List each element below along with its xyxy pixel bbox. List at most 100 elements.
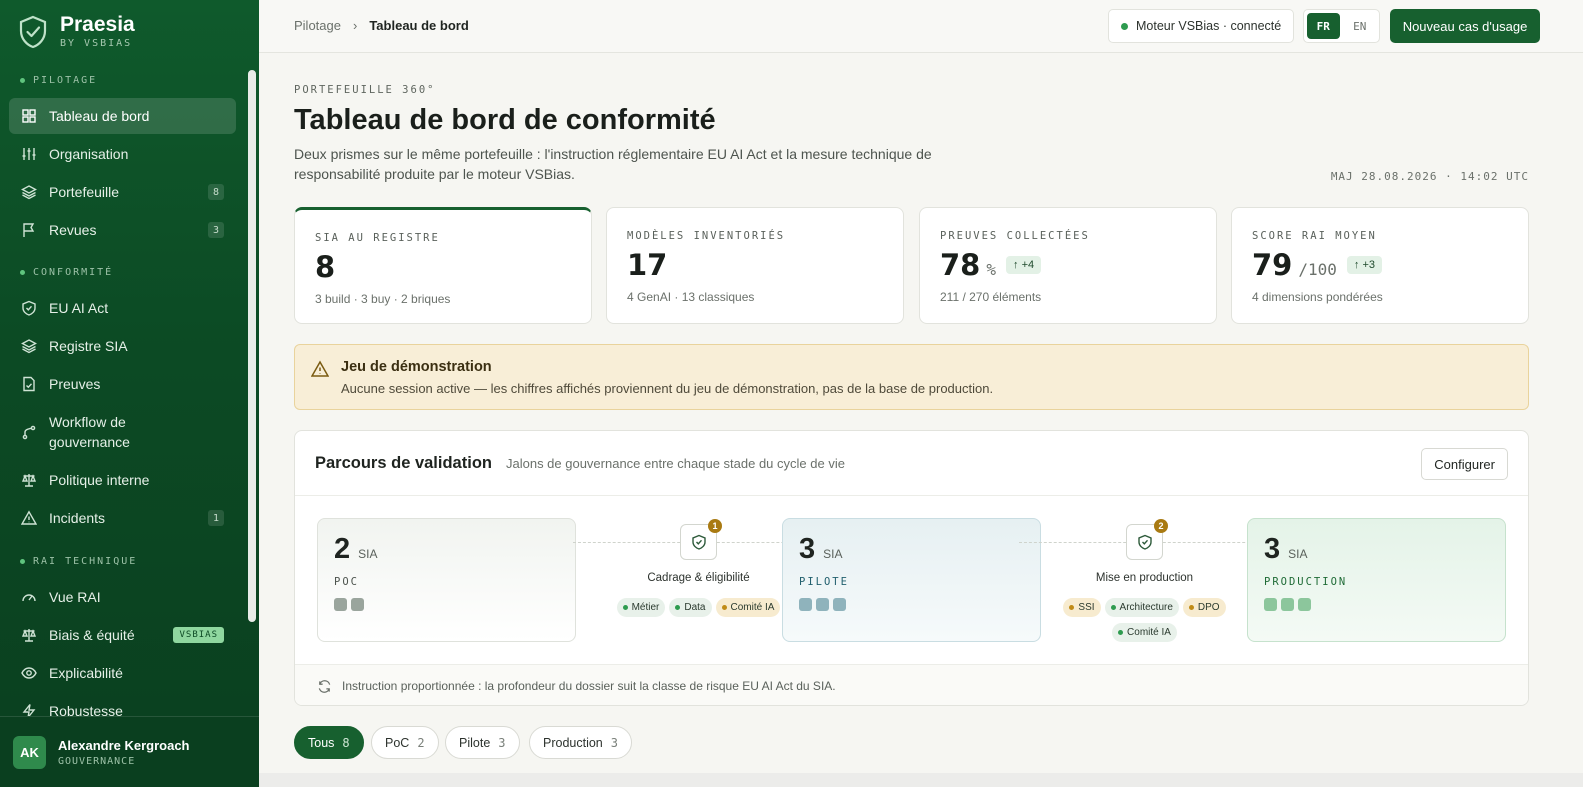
kpi-sub: 4 dimensions pondérées xyxy=(1252,290,1383,304)
configure-button[interactable]: Configurer xyxy=(1421,448,1508,480)
shield-logo-icon xyxy=(19,15,47,48)
sidebar-item-biais-equite[interactable]: Biais & équité VSBIAS xyxy=(9,617,236,653)
sidebar-item-portefeuille[interactable]: Portefeuille 8 xyxy=(9,174,236,210)
stage-card-production[interactable]: 3 SIA PRODUCTION xyxy=(1247,518,1506,642)
panel-footer: Instruction proportionnée : la profondeu… xyxy=(295,664,1528,705)
engine-status[interactable]: Moteur VSBias · connecté xyxy=(1108,9,1295,43)
approver-chip: Data xyxy=(669,598,712,617)
scale-icon xyxy=(21,474,37,487)
page-description: Deux prismes sur le même portefeuille : … xyxy=(294,146,932,182)
lang-en-button[interactable]: EN xyxy=(1344,13,1377,39)
panel-title: Parcours de validation xyxy=(315,453,492,472)
stage-code: PRODUCTION xyxy=(1264,576,1348,588)
eye-icon xyxy=(21,667,37,679)
filter-production[interactable]: Production 3 xyxy=(529,726,632,759)
stage-card-pilote[interactable]: 3 SIA PILOTE xyxy=(782,518,1041,642)
kpi-card-score-rai[interactable]: SCORE RAI MOYEN 79 /100 ↑ +3 4 dimension… xyxy=(1231,207,1529,324)
gate-mise-en-production: 2 Mise en production SSI Architecture DP… xyxy=(1019,518,1270,642)
sidebar-item-eu-ai-act[interactable]: EU AI Act xyxy=(9,290,236,326)
kpi-card-sia[interactable]: SIA AU REGISTRE 8 3 build · 3 buy · 2 br… xyxy=(294,207,592,324)
sidebar-item-label: Portefeuille xyxy=(49,184,120,200)
approver-chip: Métier xyxy=(616,598,666,617)
approver-chip: Architecture xyxy=(1104,598,1179,617)
validation-panel: Parcours de validation Jalons de gouvern… xyxy=(294,430,1529,706)
kpi-sub: 211 / 270 éléments xyxy=(940,290,1042,304)
user-name: Alexandre Kergroach xyxy=(58,737,190,753)
sidebar-item-politique-interne[interactable]: Politique interne xyxy=(9,462,236,498)
sidebar-item-tableau-de-bord[interactable]: Tableau de bord xyxy=(9,98,236,134)
kpi-label: SCORE RAI MOYEN xyxy=(1252,230,1377,242)
chevron-right-icon: › xyxy=(352,18,358,33)
sidebar-item-label: Organisation xyxy=(49,146,129,162)
filter-pilote[interactable]: Pilote 3 xyxy=(445,726,520,759)
scale-icon xyxy=(21,629,37,642)
kpi-value: 17 xyxy=(627,248,668,282)
filter-poc[interactable]: PoC 2 xyxy=(371,726,439,759)
count-badge: 1 xyxy=(208,510,224,526)
horizontal-scrollbar[interactable] xyxy=(259,773,1583,787)
sidebar-item-incidents[interactable]: Incidents 1 xyxy=(9,500,236,536)
nav-section-rai-technique: RAI TECHNIQUE xyxy=(20,556,137,567)
warning-icon xyxy=(311,360,329,377)
approver-chip: SSI xyxy=(1063,598,1101,617)
brand[interactable]: Praesia BY VSBIAS xyxy=(18,14,135,49)
arrow-up-icon: ↑ xyxy=(1013,259,1019,271)
flag-icon xyxy=(23,223,35,237)
user-profile[interactable]: AK Alexandre Kergroach GOUVERNANCE xyxy=(0,716,259,787)
topbar: Pilotage › Tableau de bord Moteur VSBias… xyxy=(259,0,1583,53)
shield-check-icon xyxy=(1137,534,1152,550)
kpi-card-preuves[interactable]: PREUVES COLLECTÉES 78 % ↑ +4 211 / 270 é… xyxy=(919,207,1217,324)
lang-fr-button[interactable]: FR xyxy=(1307,13,1340,39)
engine-status-label: Moteur VSBias · connecté xyxy=(1136,19,1282,33)
language-switch: FR EN xyxy=(1303,9,1380,43)
new-use-case-button[interactable]: Nouveau cas d'usage xyxy=(1390,9,1540,43)
notice-title: Jeu de démonstration xyxy=(341,359,492,375)
gate-count-badge: 1 xyxy=(708,519,722,533)
sidebar-item-label: Explicabilité xyxy=(49,665,123,681)
sidebar-item-label: Preuves xyxy=(49,376,101,392)
sidebar-item-label: Politique interne xyxy=(49,472,150,488)
sidebar-item-vue-rai[interactable]: Vue RAI xyxy=(9,579,236,615)
gate-cadrage: 1 Cadrage & éligibilité Métier Data Comi… xyxy=(573,518,824,642)
sliders-icon xyxy=(22,148,36,160)
brand-sub: BY VSBIAS xyxy=(60,38,133,49)
sidebar-item-preuves[interactable]: Preuves xyxy=(9,366,236,402)
stage-card-poc[interactable]: 2 SIA POC xyxy=(317,518,576,642)
gauge-icon xyxy=(22,594,36,602)
kpi-card-modeles[interactable]: MODÈLES INVENTORIÉS 17 4 GenAI · 13 clas… xyxy=(606,207,904,324)
stage-squares xyxy=(1264,598,1489,611)
approver-chip: DPO xyxy=(1182,598,1226,617)
sidebar-item-registre-sia[interactable]: Registre SIA xyxy=(9,328,236,364)
sidebar-item-label: Revues xyxy=(49,222,97,238)
gate-count-badge: 2 xyxy=(1154,519,1168,533)
nav-section-conformite: CONFORMITÉ xyxy=(20,267,113,278)
sidebar-item-revues[interactable]: Revues 3 xyxy=(9,212,236,248)
stage-unit: SIA xyxy=(1288,547,1308,561)
stage-count: 3 xyxy=(1264,533,1281,565)
stage-count: 2 xyxy=(334,533,351,565)
breadcrumb-link[interactable]: Pilotage xyxy=(294,18,341,33)
stage-code: PILOTE xyxy=(799,576,849,588)
kpi-delta-badge: ↑ +3 xyxy=(1346,256,1382,274)
git-branch-icon xyxy=(22,425,36,440)
demo-notice: Jeu de démonstration Aucune session acti… xyxy=(294,344,1529,410)
nav-section-pilotage: PILOTAGE xyxy=(20,75,97,86)
count-badge: 3 xyxy=(208,222,224,238)
kpi-unit: /100 xyxy=(1298,260,1337,279)
sidebar-item-workflow[interactable]: Workflow de gouvernance xyxy=(9,408,236,456)
user-role: GOUVERNANCE xyxy=(58,755,136,767)
sidebar-item-label: Tableau de bord xyxy=(49,108,150,124)
sidebar-scrollbar[interactable] xyxy=(248,70,256,622)
shield-check-icon xyxy=(22,300,36,316)
warning-icon xyxy=(21,510,37,525)
filter-tous[interactable]: Tous 8 xyxy=(294,726,364,759)
stage-code: POC xyxy=(334,576,359,588)
layers-icon xyxy=(21,185,37,200)
stage-squares xyxy=(334,598,559,611)
sidebar-item-label: Biais & équité xyxy=(49,627,135,643)
kpi-sub: 3 build · 3 buy · 2 briques xyxy=(315,292,451,306)
sidebar-item-organisation[interactable]: Organisation xyxy=(9,136,236,172)
sidebar-item-label: Registre SIA xyxy=(49,338,128,354)
shield-check-icon xyxy=(691,534,706,550)
sidebar-item-explicabilite[interactable]: Explicabilité xyxy=(9,655,236,691)
